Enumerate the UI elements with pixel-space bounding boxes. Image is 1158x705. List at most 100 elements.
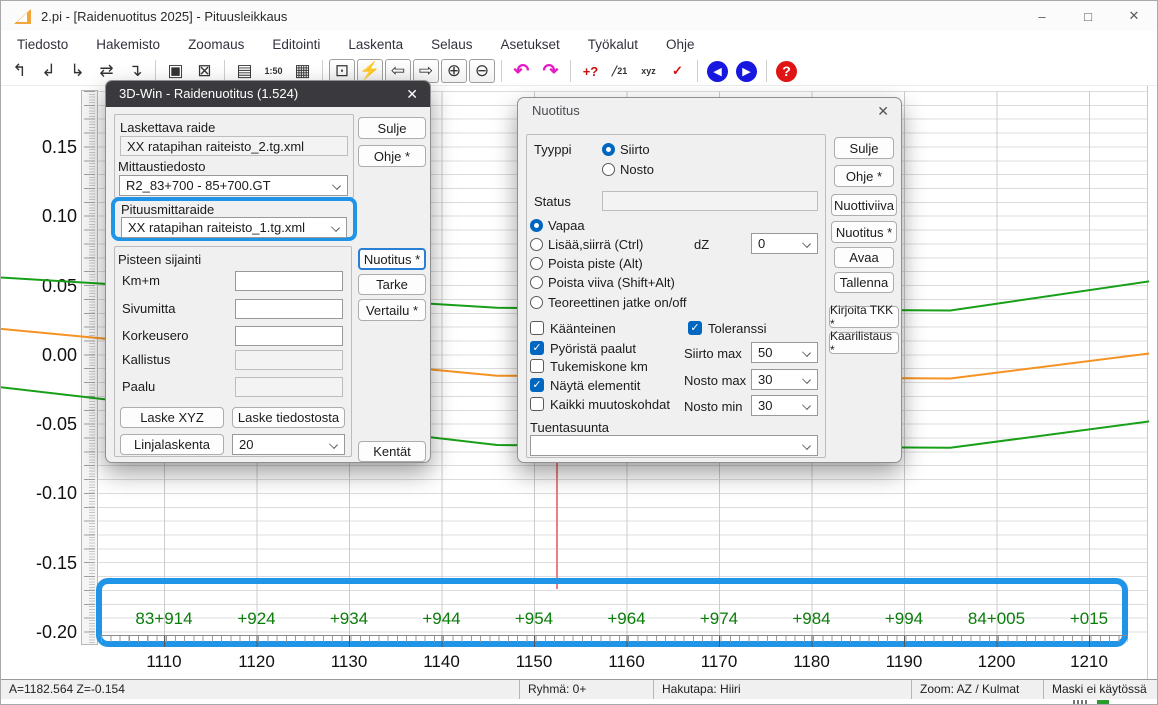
nosto-radio-label[interactable]: Nosto (620, 162, 654, 177)
kaanteinen-checkbox[interactable] (530, 321, 544, 335)
siirto-radio-label[interactable]: Siirto (620, 142, 650, 157)
next-icon[interactable]: ▶ (733, 59, 760, 84)
poista-piste-radio-label[interactable]: Poista piste (Alt) (548, 256, 643, 271)
kaikki-muutoskohdat-checkbox[interactable] (530, 397, 544, 411)
station-label: +924 (211, 609, 303, 629)
dz-label: dZ (694, 237, 709, 252)
x-tick-label: 1190 (858, 652, 950, 672)
nuotitus-button[interactable]: Nuotitus * (358, 248, 426, 270)
tukemiskone-km-checkbox[interactable] (530, 359, 544, 373)
nuotitus-button[interactable]: Nuotitus * (831, 221, 897, 243)
nayta-elementit-checkbox[interactable] (530, 378, 544, 392)
undo-icon[interactable]: ↶ (508, 59, 535, 84)
zoom-out-icon[interactable]: ⊖ (469, 59, 495, 83)
tuentasuunta-combo[interactable] (530, 435, 818, 456)
poista-viiva-radio[interactable] (530, 276, 543, 289)
korkeusero-input[interactable] (235, 326, 343, 346)
menu-ohje[interactable]: Ohje (652, 33, 709, 56)
nosto-max-combo[interactable]: 30 (751, 369, 818, 390)
siirto-max-label: Siirto max (684, 346, 742, 361)
title-bar: 2.pi - [Raidenuotitus 2025] - Pituusleik… (1, 1, 1157, 31)
ohje-button[interactable]: Ohje * (834, 165, 894, 187)
maximize-icon[interactable]: □ (1065, 1, 1111, 31)
kentat-button[interactable]: Kentät (358, 441, 426, 462)
redo-icon[interactable]: ↷ (537, 59, 564, 84)
calc-xyz-icon[interactable]: xyz (635, 59, 662, 84)
nosto-min-combo[interactable]: 30 (751, 395, 818, 416)
add-query-icon[interactable]: +? (577, 59, 604, 84)
poista-viiva-radio-label[interactable]: Poista viiva (Shift+Alt) (548, 275, 675, 290)
teoreettinen-jatke-radio[interactable] (530, 296, 543, 309)
menu-hakemisto[interactable]: Hakemisto (82, 33, 174, 56)
lisaa-siirra-radio[interactable] (530, 238, 543, 251)
close-icon[interactable]: ✕ (877, 98, 889, 124)
laske-tiedostosta-button[interactable]: Laske tiedostosta (232, 407, 345, 428)
ohje-button[interactable]: Ohje * (358, 145, 426, 167)
kaarilistaus-button[interactable]: Kaarilistaus * (829, 332, 899, 354)
pyorista-paalut-checkbox[interactable] (530, 341, 544, 355)
sulje-button[interactable]: Sulje (834, 137, 894, 159)
file-read-icon[interactable]: ↰ (6, 59, 33, 84)
measure-distance-icon[interactable]: ╱21 (606, 59, 633, 84)
menu-tyokalut[interactable]: Työkalut (574, 33, 652, 56)
file-read-add-icon[interactable]: ↲ (35, 59, 62, 84)
file-write-icon[interactable]: ↳ (64, 59, 91, 84)
sulje-button[interactable]: Sulje (358, 117, 426, 139)
teoreettinen-jatke-radio-label[interactable]: Teoreettinen jatke on/off (548, 295, 687, 310)
x-tick-label: 1200 (951, 652, 1043, 672)
tarke-button[interactable]: Tarke (358, 274, 426, 295)
linjalaskenta-button[interactable]: Linjalaskenta (120, 434, 224, 455)
pyorista-paalut-checkbox-label[interactable]: Pyöristä paalut (550, 341, 636, 356)
menu-editointi[interactable]: Editointi (258, 33, 334, 56)
siirto-radio[interactable] (602, 143, 615, 156)
menu-laskenta[interactable]: Laskenta (334, 33, 417, 56)
pituusmittaraide-combo[interactable]: XX ratapihan raiteisto_1.tg.xml (121, 217, 347, 238)
kaanteinen-checkbox-label[interactable]: Käänteinen (550, 321, 616, 336)
tallenna-button[interactable]: Tallenna (834, 272, 894, 293)
x-tick-label: 1120 (211, 652, 303, 672)
lisaa-siirra-radio-label[interactable]: Lisää,siirrä (Ctrl) (548, 237, 643, 252)
x-tick-label: 1140 (396, 652, 488, 672)
siirto-max-combo[interactable]: 50 (751, 342, 818, 363)
dz-combo[interactable]: 0 (751, 233, 818, 254)
toleranssi-checkbox[interactable] (688, 321, 702, 335)
chevron-down-icon (329, 440, 338, 449)
kaikki-muutoskohdat-checkbox-label[interactable]: Kaikki muutoskohdat (550, 397, 670, 412)
clipped-marks (1097, 700, 1109, 704)
laske-xyz-button[interactable]: Laske XYZ (120, 407, 224, 428)
toleranssi-checkbox-label[interactable]: Toleranssi (708, 321, 767, 336)
interval-combo[interactable]: 20 (232, 434, 345, 455)
station-label: +984 (766, 609, 858, 629)
prev-icon[interactable]: ◀ (704, 59, 731, 84)
kmm-input[interactable] (235, 271, 343, 291)
zoom-in-icon[interactable]: ⊕ (441, 59, 467, 83)
nayta-elementit-checkbox-label[interactable]: Näytä elementit (550, 378, 640, 393)
raidenuotitus-dialog-titlebar[interactable]: 3D-Win - Raidenuotitus (1.524) ✕ (106, 81, 430, 107)
kirjoita-tkk-button[interactable]: Kirjoita TKK * (829, 306, 899, 328)
vapaa-radio[interactable] (530, 219, 543, 232)
mittaustiedosto-combo[interactable]: R2_83+700 - 85+700.GT (119, 175, 348, 196)
vertailu-button[interactable]: Vertailu * (358, 299, 426, 321)
chevron-down-icon (802, 401, 811, 410)
avaa-button[interactable]: Avaa (834, 247, 894, 268)
x-tick-label: 1150 (488, 652, 580, 672)
nuotitus-dialog-titlebar[interactable]: Nuotitus ✕ (518, 98, 901, 124)
status-field (602, 191, 818, 211)
nuottiviiva-button[interactable]: Nuottiviiva (831, 194, 897, 216)
nosto-max-label: Nosto max (684, 373, 746, 388)
vapaa-radio-label[interactable]: Vapaa (548, 218, 585, 233)
check-points-icon[interactable]: ✓ (664, 59, 691, 84)
sivumitta-input[interactable] (235, 299, 343, 319)
menu-asetukset[interactable]: Asetukset (486, 33, 573, 56)
clipped-marks (1073, 700, 1087, 704)
minimize-icon[interactable]: – (1019, 1, 1065, 31)
help-icon[interactable]: ? (773, 59, 800, 84)
tukemiskone-km-checkbox-label[interactable]: Tukemiskone km (550, 359, 648, 374)
close-icon[interactable]: ✕ (406, 81, 418, 107)
menu-selaus[interactable]: Selaus (417, 33, 486, 56)
menu-zoomaus[interactable]: Zoomaus (174, 33, 258, 56)
close-icon[interactable]: ✕ (1111, 1, 1157, 31)
poista-piste-radio[interactable] (530, 257, 543, 270)
nosto-radio[interactable] (602, 163, 615, 176)
menu-tiedosto[interactable]: Tiedosto (3, 33, 82, 56)
